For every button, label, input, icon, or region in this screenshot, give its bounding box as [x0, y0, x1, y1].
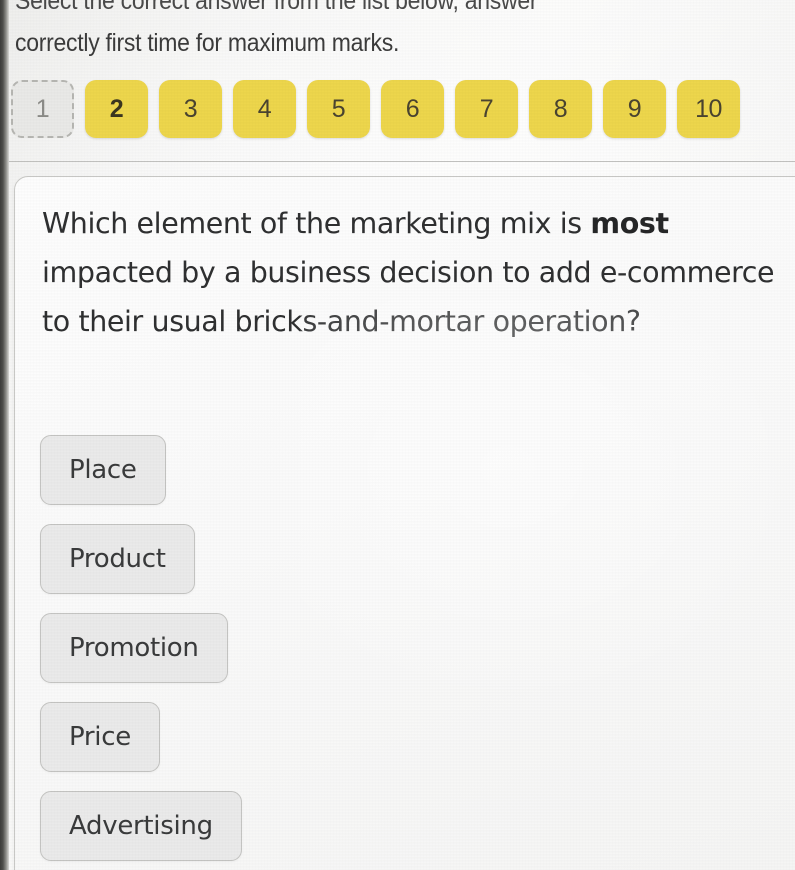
answer-option-product[interactable]: Product	[40, 524, 195, 594]
question-nav-item-2[interactable]: 2	[85, 80, 148, 138]
question-nav-item-6[interactable]: 6	[381, 80, 444, 138]
header-divider	[9, 161, 795, 162]
question-nav-item-7[interactable]: 7	[455, 80, 518, 138]
question-nav-item-label: 6	[405, 94, 420, 123]
question-text: Which element of the marketing mix is mo…	[42, 199, 782, 346]
answer-option-label: Price	[69, 722, 131, 752]
answer-option-label: Product	[69, 544, 166, 574]
question-nav-item-9[interactable]: 9	[603, 80, 666, 138]
question-nav-item-3[interactable]: 3	[159, 80, 222, 138]
question-nav-item-label: 7	[479, 94, 494, 123]
answer-option-price[interactable]: Price	[40, 702, 160, 772]
question-number-nav: 1 2 3 4 5 6 7 8 9 10	[11, 80, 740, 138]
question-nav-item-label: 2	[109, 94, 124, 123]
answer-option-advertising[interactable]: Advertising	[40, 791, 242, 861]
question-text-emphasis: most	[590, 207, 669, 240]
question-nav-item-label: 5	[331, 94, 346, 123]
question-text-part1: Which element of the marketing mix is	[42, 207, 591, 240]
instructions-line-1: Select the correct answer from the list …	[15, 0, 538, 15]
answer-option-place[interactable]: Place	[40, 435, 166, 505]
question-text-part2: impacted by a business decision to add e…	[42, 256, 775, 338]
question-nav-item-5[interactable]: 5	[307, 80, 370, 138]
screen-bezel-left-edge	[0, 0, 9, 870]
answer-option-label: Promotion	[69, 633, 199, 663]
answer-options-list: Place Product Promotion Price Advertising	[40, 435, 242, 861]
question-nav-item-label: 3	[183, 94, 198, 123]
question-nav-item-label: 9	[627, 94, 642, 123]
question-nav-item-label: 4	[257, 94, 272, 123]
question-card: Which element of the marketing mix is mo…	[14, 176, 795, 870]
question-nav-item-10[interactable]: 10	[677, 80, 740, 138]
question-nav-item-8[interactable]: 8	[529, 80, 592, 138]
answer-option-promotion[interactable]: Promotion	[40, 613, 228, 683]
question-nav-item-label: 10	[695, 94, 722, 123]
instructions-line-2: correctly first time for maximum marks.	[15, 29, 400, 57]
question-nav-item-label: 1	[35, 94, 50, 123]
screen-surface: Select the correct answer from the list …	[0, 0, 795, 870]
question-nav-item-label: 8	[553, 94, 568, 123]
answer-option-label: Place	[69, 455, 137, 485]
answer-option-label: Advertising	[69, 811, 213, 841]
question-nav-item-1[interactable]: 1	[11, 80, 74, 138]
question-nav-item-4[interactable]: 4	[233, 80, 296, 138]
